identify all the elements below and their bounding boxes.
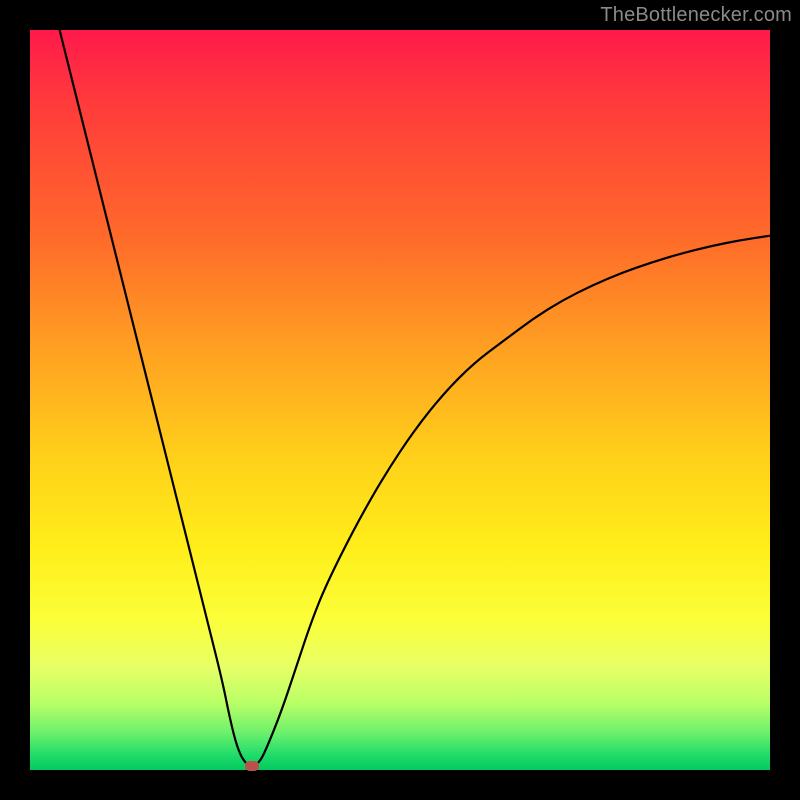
- plot-area: [30, 30, 770, 770]
- watermark-text: TheBottlenecker.com: [600, 4, 792, 27]
- chart-frame: TheBottlenecker.com: [0, 0, 800, 800]
- bottleneck-curve: [30, 30, 770, 770]
- optimal-point-marker: [245, 761, 259, 771]
